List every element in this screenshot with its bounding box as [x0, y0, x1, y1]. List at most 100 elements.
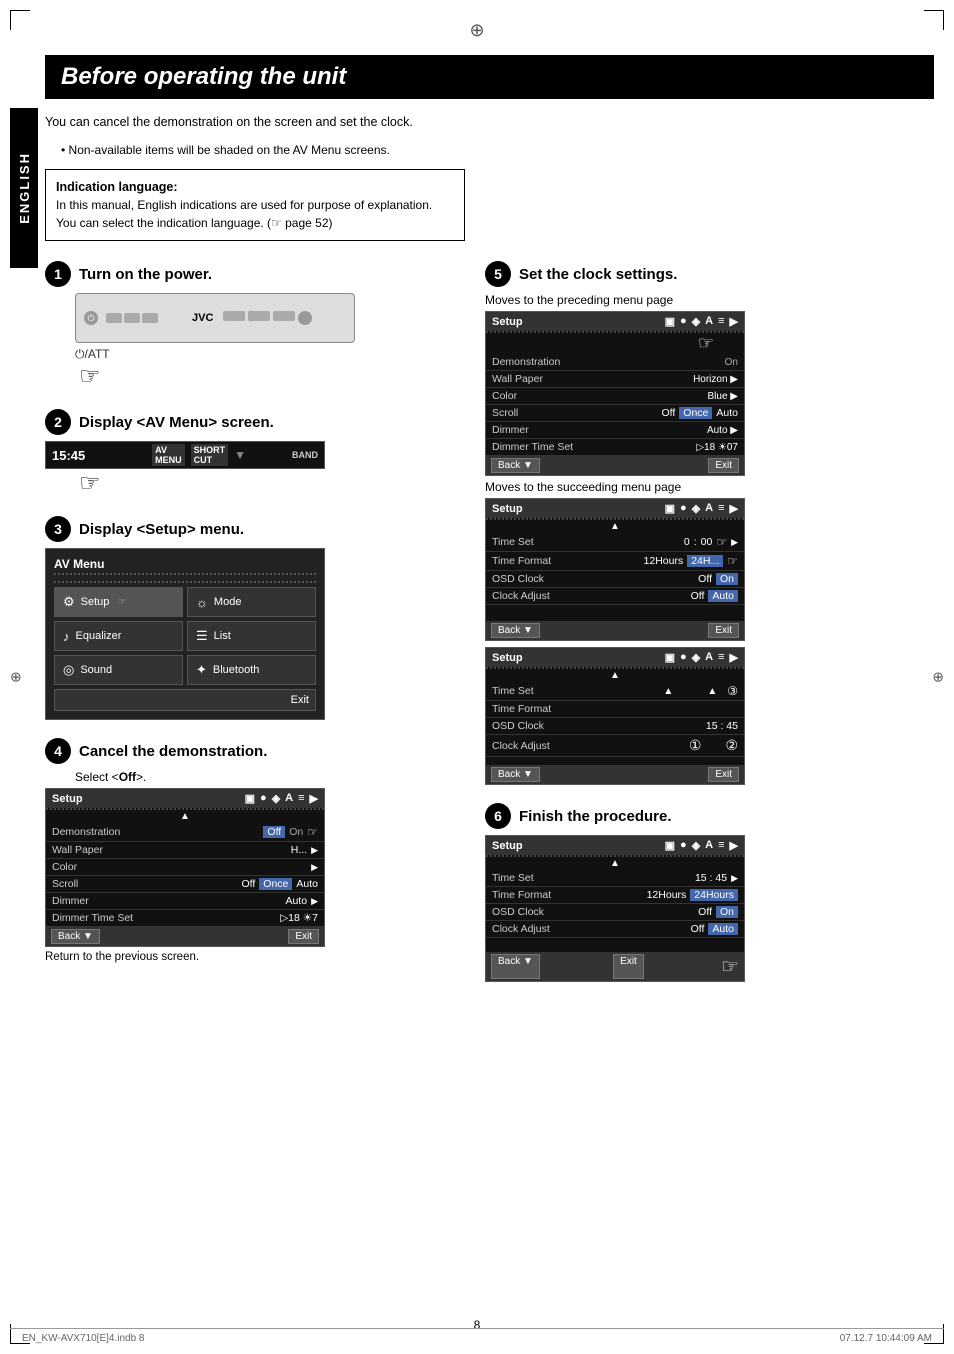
setup-icon-1: ▣ [245, 792, 255, 805]
step-6-title: Finish the procedure. [519, 808, 672, 825]
finish-back[interactable]: Back ▼ [491, 954, 540, 979]
equalizer-label: Equalizer [76, 630, 122, 642]
av-menu-item-equalizer[interactable]: ♪ Equalizer [54, 621, 183, 651]
t3-exit[interactable]: Exit [708, 767, 739, 782]
setup-demo-screen: Setup ▣ ● ◈ A ≡ ▶ ▲ Demonstration [45, 788, 325, 947]
dimmer-label: Dimmer [52, 895, 89, 907]
hand-gesture-1: ☞ [79, 362, 465, 391]
color-arrow: ▶ [311, 862, 318, 873]
band-label: BAND [292, 450, 318, 460]
bottom-bar: EN_KW-AVX710[E]4.indb 8 07.12.7 10:44:09… [10, 1328, 944, 1344]
up-arrow: ▲ [46, 810, 324, 823]
t3-back[interactable]: Back ▼ [491, 767, 540, 782]
setup-icon-2: ● [260, 792, 267, 805]
hand-1: ① [689, 737, 702, 754]
device-btn-wide-2 [248, 311, 270, 321]
setup-time1-header: Setup ▣ ● ◈ A ≡ ▶ [486, 312, 744, 331]
demo-label: Demonstration [52, 826, 120, 838]
av-menu-divider [54, 581, 316, 583]
device-round-btn [298, 311, 312, 325]
av-menu-item-bluetooth[interactable]: ✦ Bluetooth [187, 655, 316, 685]
step-3-number: 3 [45, 516, 71, 542]
dimmer-val: Auto ▶ [285, 895, 318, 907]
av-menu-item-mode[interactable]: ☼ Mode [187, 587, 316, 617]
bottom-left-text: EN_KW-AVX710[E]4.indb 8 [22, 1333, 144, 1344]
back-button[interactable]: Back ▼ [51, 929, 100, 944]
demo-on: On [289, 826, 303, 838]
menu-buttons: AVMENU SHORTCUT ▼ BAND [152, 444, 318, 466]
dimmer-time-val-text: ▷18 ☀7 [280, 912, 318, 924]
step-4-title: Cancel the demonstration. [79, 743, 267, 760]
hand-finish: ☞ [721, 954, 739, 979]
step5-note-above: Moves to the preceding menu page [485, 293, 934, 307]
device-illustration: ⏻ JVC [75, 293, 355, 343]
step-5-number: 5 [485, 261, 511, 287]
exit-button[interactable]: Exit [288, 929, 319, 944]
return-text: Return to the previous screen. [45, 951, 465, 963]
t2-exit[interactable]: Exit [708, 623, 739, 638]
device-btn-3 [142, 313, 158, 323]
st1-footer: Back ▼ Exit [486, 456, 744, 475]
st1-title: Setup [492, 316, 523, 328]
step-4-subtext: Select <Off>. [75, 770, 465, 784]
indication-box: Indication language: In this manual, Eng… [45, 169, 465, 242]
step-3-header: 3 Display <Setup> menu. [45, 516, 465, 542]
av-menu-grid: ⚙ Setup ☞ ☼ Mode ♪ Equalizer [54, 587, 316, 685]
t2-osdclock: OSD Clock Off On [486, 571, 744, 588]
scroll-label: Scroll [52, 878, 78, 890]
st1-back[interactable]: Back ▼ [491, 458, 540, 473]
demo-off[interactable]: Off [263, 826, 285, 838]
equalizer-icon: ♪ [63, 629, 70, 644]
setup-icon-6: ▶ [310, 792, 318, 805]
device-btn-1 [106, 313, 122, 323]
step-1: 1 Turn on the power. ⏻ JVC [45, 261, 465, 391]
setup-label: Setup [81, 596, 110, 608]
finish-exit[interactable]: Exit [613, 954, 644, 979]
av-menu-item-setup[interactable]: ⚙ Setup ☞ [54, 587, 183, 617]
av-menu-item-list[interactable]: ☰ List [187, 621, 316, 651]
step-1-number: 1 [45, 261, 71, 287]
t2-clockadj: Clock Adjust Off Auto [486, 588, 744, 605]
sound-icon: ◎ [63, 662, 74, 678]
device-btn-wide-1 [223, 311, 245, 321]
left-column: 1 Turn on the power. ⏻ JVC [45, 261, 465, 1000]
setup-demo-header: Setup ▣ ● ◈ A ≡ ▶ [46, 789, 324, 808]
corner-tr [924, 10, 944, 30]
setup-finish-screen: Setup ▣ ● ◈ A ≡ ▶ ▲ Time Set [485, 835, 745, 982]
crosshair-right: ⊕ [932, 669, 944, 686]
st1-exit[interactable]: Exit [708, 458, 739, 473]
step-3-title: Display <Setup> menu. [79, 521, 244, 538]
scroll-val: Off Once Auto [241, 878, 318, 890]
title-bar: Before operating the unit [45, 55, 934, 99]
device-brand: JVC [192, 312, 213, 324]
power-icon: ⏻ [84, 311, 98, 325]
scroll-auto: Auto [296, 878, 318, 890]
crosshair-top [467, 20, 487, 40]
av-menu-item-sound[interactable]: ◎ Sound [54, 655, 183, 685]
setup-row-scroll: Scroll Off Once Auto [46, 876, 324, 893]
intro-text: You can cancel the demonstration on the … [45, 113, 465, 132]
t2-back[interactable]: Back ▼ [491, 623, 540, 638]
t2-timeset: Time Set 0 : 00 ☞ ▶ [486, 533, 744, 552]
setup-row-dimmer-time: Dimmer Time Set ▷18 ☀7 [46, 910, 324, 927]
time-value: 15:45 [52, 448, 85, 463]
crosshair-left: ⊕ [10, 669, 22, 686]
color-label: Color [52, 861, 77, 873]
step-4: 4 Cancel the demonstration. Select <Off>… [45, 738, 465, 963]
t2-timeformat: Time Format 12Hours 24H... ☞ [486, 552, 744, 571]
st1-row-scroll: Scroll Off Once Auto [486, 405, 744, 422]
setup-footer: Back ▼ Exit [46, 927, 324, 946]
device-btn-2 [124, 313, 140, 323]
step5-note-below: Moves to the succeeding menu page [485, 480, 934, 494]
hand-up-area: ☞ [486, 333, 744, 354]
mode-icon: ☼ [196, 595, 208, 610]
step-3: 3 Display <Setup> menu. AV Menu ⚙ Setup … [45, 516, 465, 720]
language-sidebar: ENGLISH [10, 108, 38, 268]
list-icon: ☰ [196, 628, 208, 644]
step-2-title: Display <AV Menu> screen. [79, 414, 274, 431]
setup-time2-header: Setup ▣ ● ◈ A ≡ ▶ [486, 499, 744, 518]
wallpaper-val-text: H... [291, 844, 307, 856]
wallpaper-arrow: ▶ [311, 845, 318, 856]
av-menu-exit[interactable]: Exit [54, 689, 316, 711]
dimmer-time-val: ▷18 ☀7 [280, 912, 318, 924]
